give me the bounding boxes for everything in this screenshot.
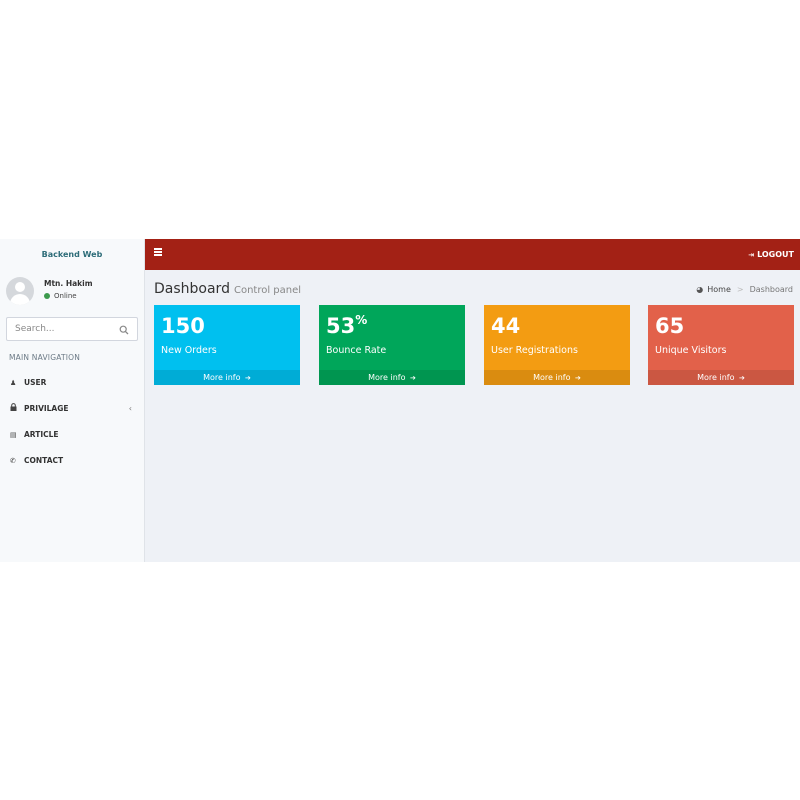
- nav-header: MAIN NAVIGATION: [9, 353, 81, 362]
- stat-label: New Orders: [161, 345, 217, 356]
- page-title: Dashboard: [154, 281, 230, 297]
- dashboard-icon: ◕: [696, 285, 704, 294]
- sidebar-item-article[interactable]: ▤ ARTICLE: [0, 425, 144, 445]
- stat-label: User Registrations: [491, 345, 578, 356]
- sidebar-item-label: CONTACT: [24, 456, 64, 465]
- stat-value: 150: [161, 314, 205, 338]
- breadcrumb: ◕ Home > Dashboard: [696, 285, 793, 294]
- arrow-circle-right-icon: ➔: [739, 374, 745, 382]
- stat-box-bounce-rate: 53% Bounce Rate More info ➔: [319, 305, 465, 385]
- phone-icon: ✆: [10, 457, 16, 465]
- breadcrumb-separator: >: [736, 285, 744, 294]
- page-subtitle: Control panel: [233, 285, 302, 296]
- stat-label: Unique Visitors: [655, 345, 727, 356]
- more-info-link[interactable]: More info ➔: [154, 370, 300, 385]
- user-panel: Mtn. Hakim Online: [0, 270, 144, 310]
- user-status: Online: [44, 292, 77, 300]
- logout-button[interactable]: ⇥ LOGOUT: [748, 239, 794, 270]
- arrow-circle-right-icon: ➔: [245, 374, 251, 382]
- more-info-link[interactable]: More info ➔: [319, 370, 465, 385]
- user-status-label: Online: [54, 292, 77, 300]
- chevron-left-icon: ‹: [128, 404, 132, 413]
- search-input[interactable]: [7, 318, 115, 340]
- user-icon: ♟: [10, 379, 17, 387]
- online-status-dot: [44, 292, 50, 299]
- content-header: Dashboard Control panel: [154, 280, 301, 298]
- book-icon: ▤: [10, 431, 17, 439]
- stat-box-user-registrations: 44 User Registrations More info ➔: [484, 305, 630, 385]
- breadcrumb-home[interactable]: Home: [707, 285, 731, 294]
- sidebar-item-contact[interactable]: ✆ CONTACT: [0, 451, 144, 471]
- sidebar-item-label: ARTICLE: [24, 430, 59, 439]
- more-info-link[interactable]: More info ➔: [484, 370, 630, 385]
- stat-value: 44: [491, 314, 521, 338]
- more-info-link[interactable]: More info ➔: [648, 370, 794, 385]
- stat-label: Bounce Rate: [326, 345, 387, 356]
- sign-out-icon: ⇥: [748, 251, 755, 259]
- user-name: Mtn. Hakim: [44, 279, 93, 288]
- sidebar-item-label: USER: [24, 378, 47, 387]
- stat-box-unique-visitors: 65 Unique Visitors More info ➔: [648, 305, 794, 385]
- app-frame: Backend Web Mtn. Hakim Online MAIN NAVIG…: [0, 239, 800, 562]
- breadcrumb-current: Dashboard: [749, 285, 793, 294]
- arrow-circle-right-icon: ➔: [575, 374, 581, 382]
- stat-box-new-orders: 150 New Orders More info ➔: [154, 305, 300, 385]
- brand-logo[interactable]: Backend Web: [0, 239, 144, 270]
- sidebar: Backend Web Mtn. Hakim Online MAIN NAVIG…: [0, 239, 145, 562]
- lock-icon: [10, 399, 20, 419]
- arrow-circle-right-icon: ➔: [410, 374, 416, 382]
- avatar: [6, 277, 34, 305]
- sidebar-item-user[interactable]: ♟ USER: [0, 373, 144, 393]
- stat-value: 65: [655, 314, 685, 338]
- sidebar-item-label: PRIVILAGE: [24, 404, 69, 413]
- logout-label: LOGOUT: [757, 250, 794, 259]
- sidebar-search: [6, 317, 138, 341]
- menu-toggle-icon[interactable]: [154, 248, 162, 256]
- search-icon[interactable]: [119, 325, 129, 335]
- top-navbar: ⇥ LOGOUT: [145, 239, 800, 270]
- sidebar-item-privilage[interactable]: PRIVILAGE ‹: [0, 399, 144, 419]
- stat-value: 53%: [326, 313, 368, 338]
